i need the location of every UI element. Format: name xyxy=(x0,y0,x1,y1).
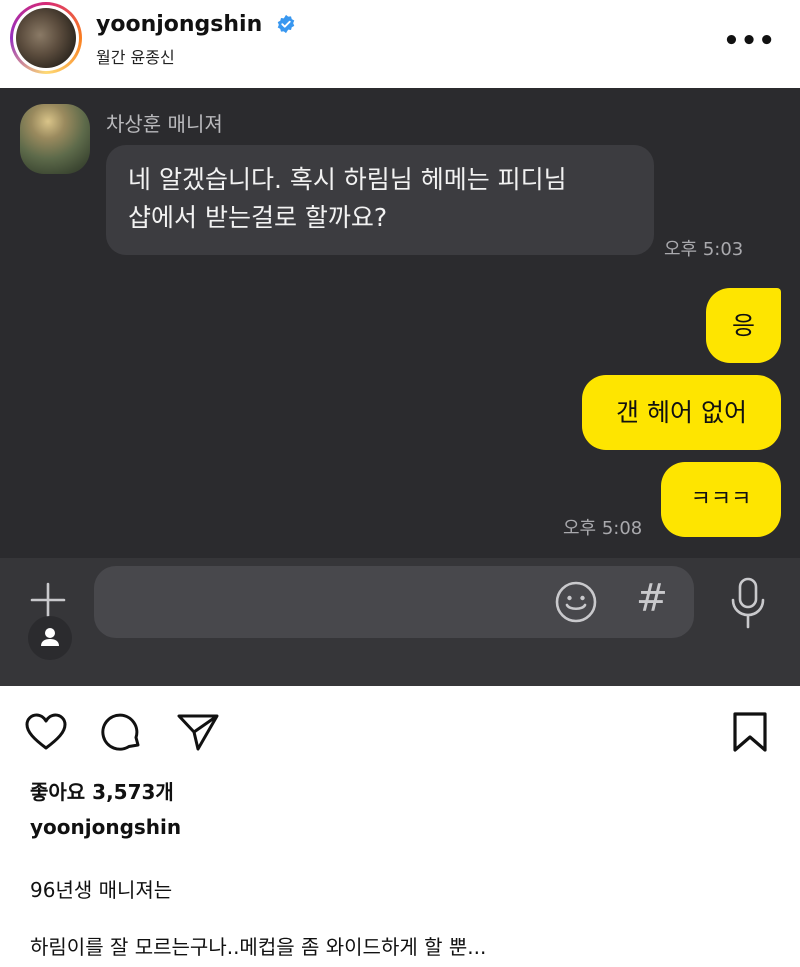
outgoing-message-bubble: ㅋㅋㅋ xyxy=(661,462,781,537)
likes-count[interactable]: 좋아요 3,573개 xyxy=(30,776,174,805)
person-icon[interactable] xyxy=(28,616,72,660)
incoming-message-line: 네 알겠습니다. 혹시 하림님 헤메는 피디님 xyxy=(128,165,567,194)
incoming-timestamp: 오후 5:03 xyxy=(664,239,744,260)
sender-avatar xyxy=(20,104,90,174)
message-input[interactable] xyxy=(94,566,694,638)
caption-username[interactable]: yoonjongshin xyxy=(30,815,181,839)
person-glyph xyxy=(41,628,59,646)
profile-username-text[interactable]: yoonjongshin xyxy=(96,12,262,37)
emoji-icon[interactable] xyxy=(554,580,598,624)
caption-text: 하림이를 잘 모르는구나..메컵을 좀 와이드하게 할 뿐... xyxy=(30,935,487,959)
verified-badge-icon xyxy=(277,14,295,34)
profile-subtitle: 월간 윤종신 xyxy=(96,48,175,67)
chat-screenshot: 차상훈 매니져 네 알겠습니다. 혹시 하림님 헤메는 피디님 샵에서 받는걸로… xyxy=(0,88,800,686)
outgoing-message-bubble: 응 xyxy=(706,288,781,363)
plus-icon[interactable] xyxy=(28,580,68,620)
send-icon[interactable] xyxy=(176,710,220,754)
heart-icon[interactable] xyxy=(24,710,68,754)
caption-text: 96년생 매니져는 xyxy=(30,878,173,902)
outgoing-message-bubble: 갠 헤어 없어 xyxy=(582,375,781,450)
avatar-inner xyxy=(13,5,79,71)
post-action-bar xyxy=(0,686,800,776)
chat-input-bar: # xyxy=(0,558,800,686)
incoming-message-line: 샵에서 받는걸로 할까요? xyxy=(128,203,388,232)
post-header: yoonjongshin 월간 윤종신 ••• xyxy=(0,0,800,88)
profile-avatar[interactable] xyxy=(10,2,82,74)
sender-name: 차상훈 매니져 xyxy=(106,112,223,136)
outgoing-timestamp: 오후 5:08 xyxy=(563,518,643,539)
profile-username[interactable]: yoonjongshin xyxy=(96,12,296,37)
microphone-icon[interactable] xyxy=(728,576,768,630)
incoming-message-bubble: 네 알겠습니다. 혹시 하림님 헤메는 피디님 샵에서 받는걸로 할까요? xyxy=(106,145,654,255)
bookmark-icon[interactable] xyxy=(728,710,772,754)
avatar-image xyxy=(16,8,76,68)
hashtag-icon[interactable]: # xyxy=(636,576,668,620)
comment-icon[interactable] xyxy=(100,710,144,754)
more-options-button[interactable]: ••• xyxy=(723,26,776,56)
